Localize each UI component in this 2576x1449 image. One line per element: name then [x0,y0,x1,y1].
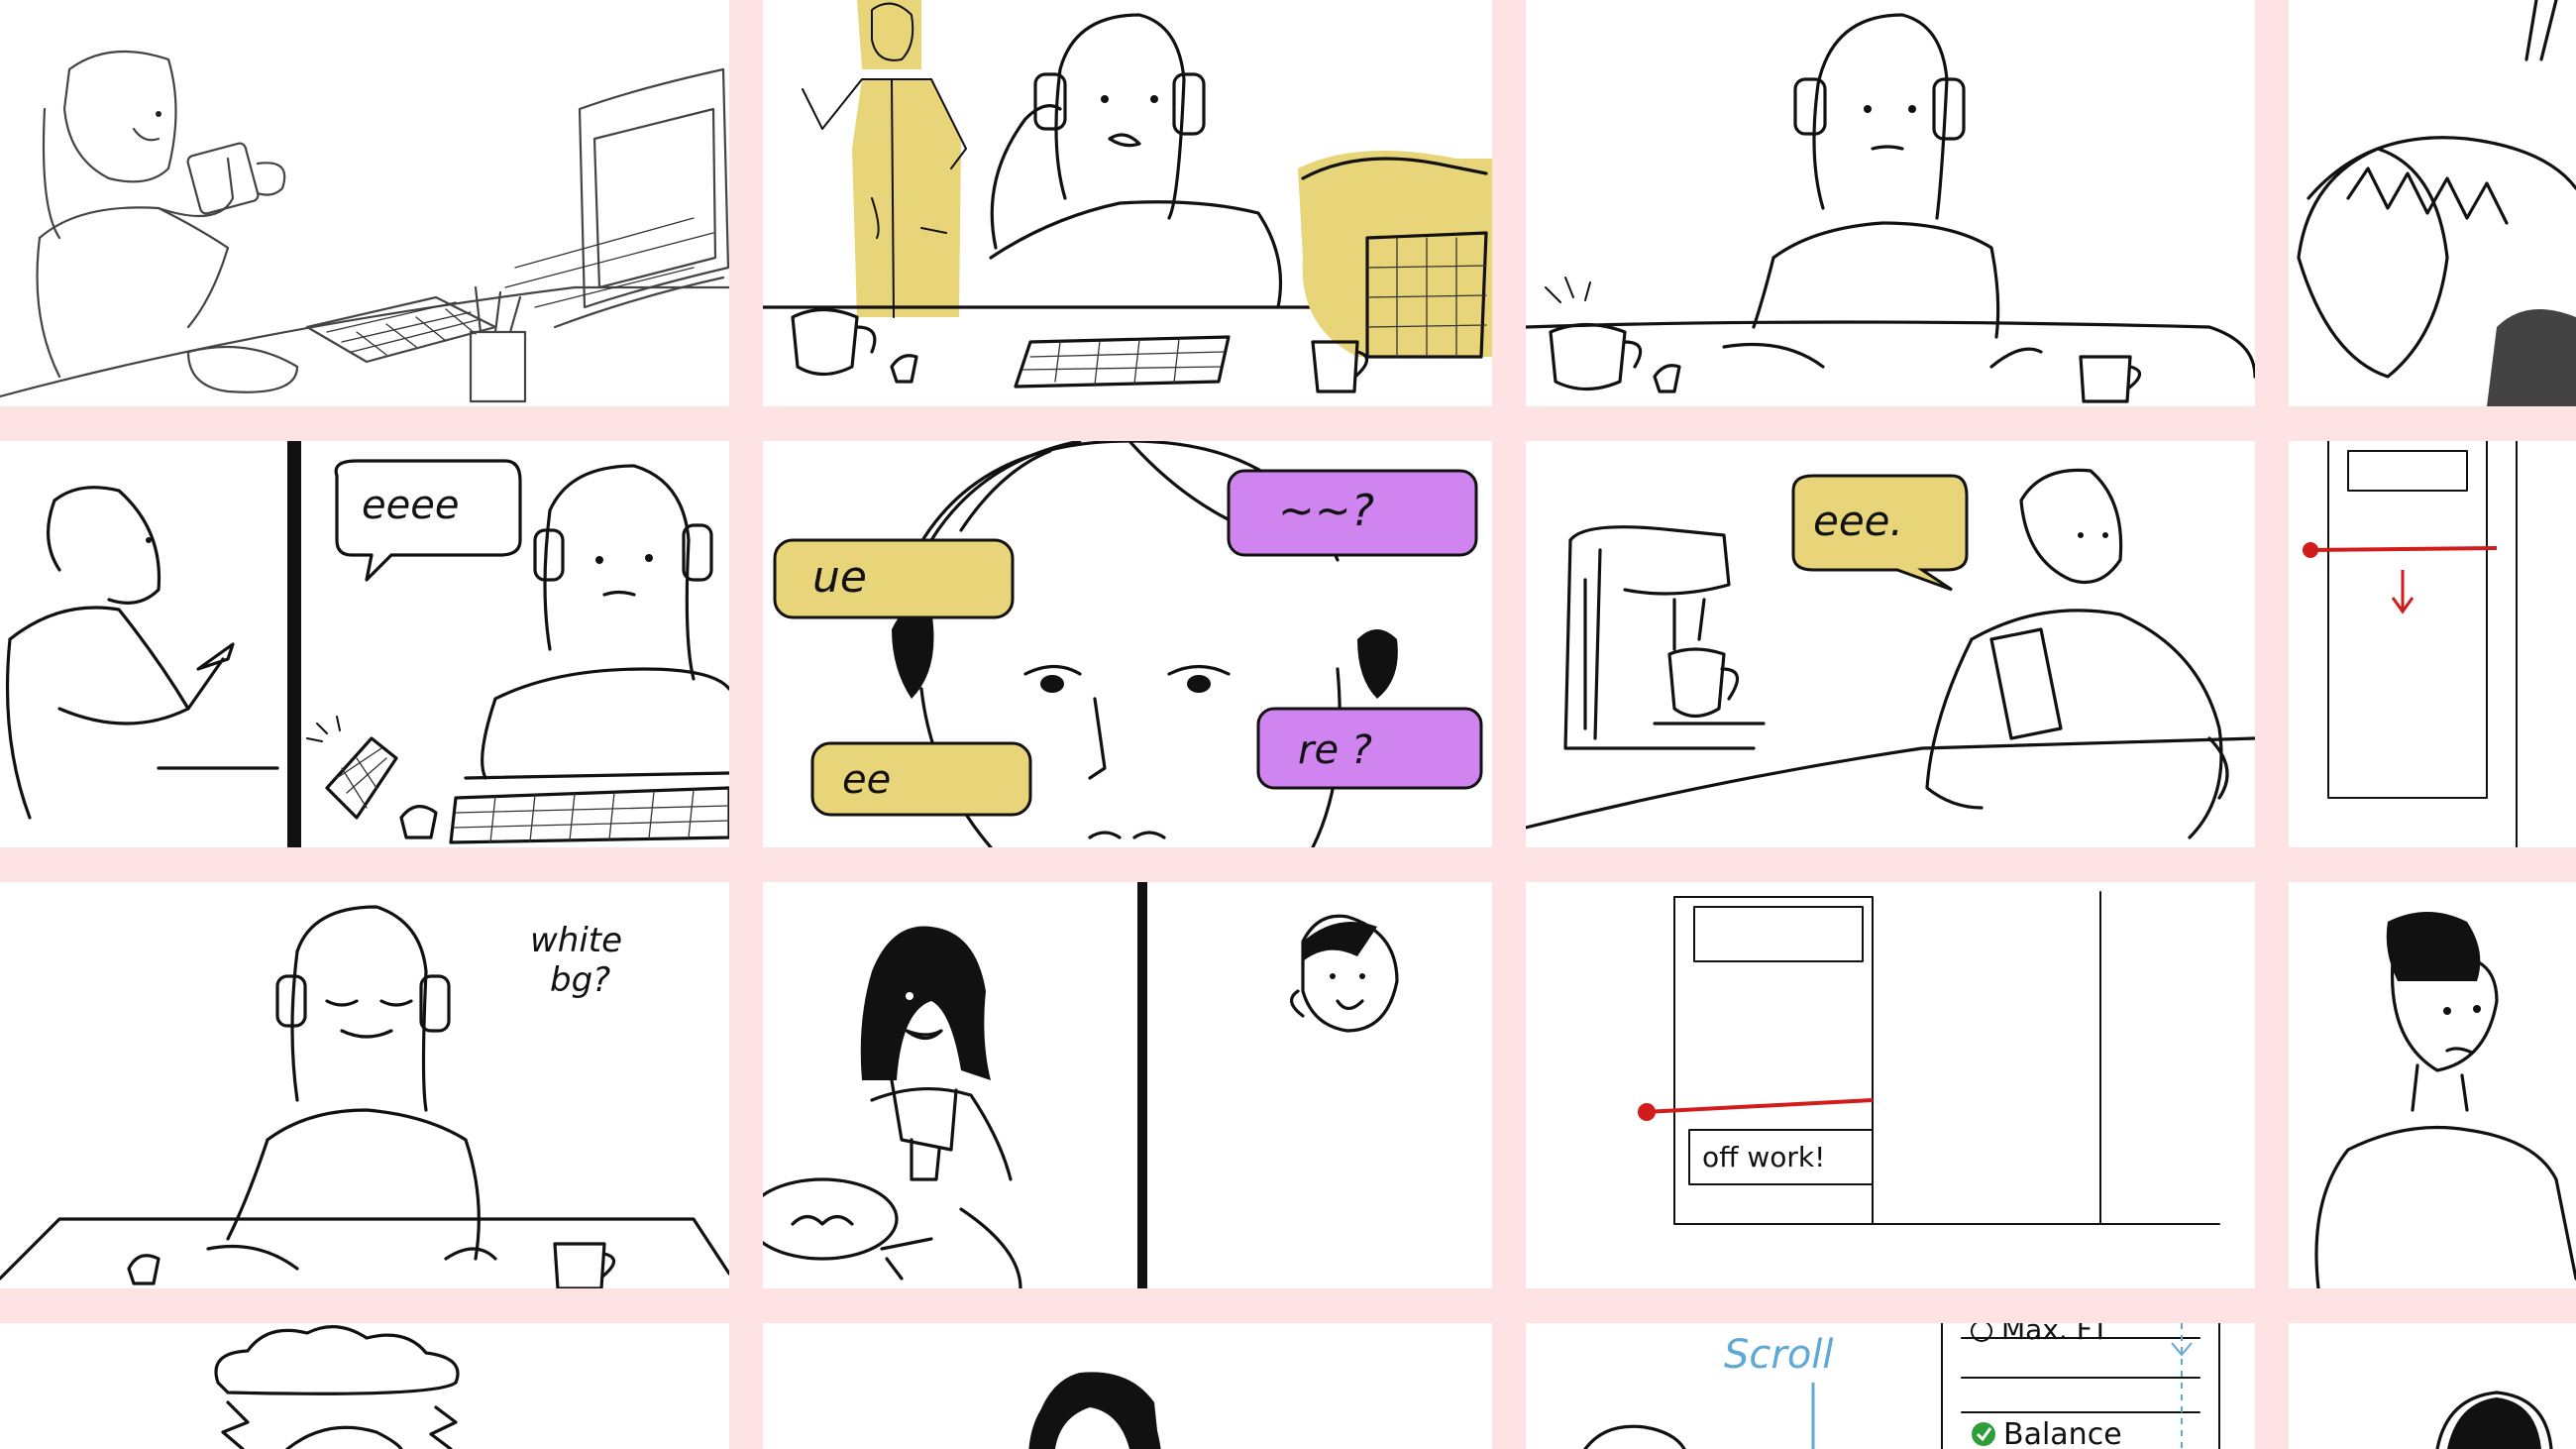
sketch-woman-drinking-coffee [0,50,729,403]
wireframe-label-max: Max. FT [2001,1323,2109,1346]
bubble-text-yellow-top: ue [812,552,867,603]
storyboard-panel-12-man-looking[interactable] [2289,882,2576,1288]
storyboard-panel-9-calm-white-bg[interactable]: white bg? [0,882,729,1288]
bubble-text-purple-top: ~~? [1278,486,1374,536]
storyboard-panel-8-app-wireframe[interactable] [2289,441,2576,847]
sketch-face-with-thought-bubbles: ue ee ~~? re ? [773,441,1483,847]
wireframe-label-balance: Balance [2003,1417,2122,1449]
storyboard-panel-1-coffee-at-desk[interactable] [0,0,729,406]
sketch-man-looking [2314,912,2576,1288]
storyboard-panel-6-face-bubbles[interactable]: ue ee ~~? re ? [763,441,1492,847]
sketch-head-partial [2435,1391,2553,1449]
sketch-storm-cloud [214,1324,460,1449]
annotation-off-work: off work! [1702,1141,1825,1173]
sketch-coffee-machine-man: eee. [1526,468,2255,839]
sketch-headphones-closeup [2297,0,2576,406]
bubble-text-yellow-bottom: ee [842,757,891,803]
storyboard-panel-11-off-work-wireframe[interactable]: off work! [1526,882,2255,1288]
speech-bubble-text-left: eeee [362,483,459,528]
sketch-split-scene: eeee [5,441,729,847]
storyboard-panel-16-head-partial[interactable] [2289,1323,2576,1449]
annotation-bg: bg? [550,960,610,1000]
speech-bubble-text-right: eee. [1813,497,1903,545]
storyboard-panel-13-storm-cloud[interactable] [0,1323,729,1449]
storyboard-panel-14-head-top[interactable] [763,1323,1492,1449]
storyboard-panel-7-coffee-machine[interactable]: eee. [1526,441,2255,847]
storyboard-panel-5-split-phone-typing[interactable]: eeee [0,441,729,847]
annotation-white: white [530,921,622,960]
storyboard-panel-3-woman-headphones-desk[interactable] [1526,0,2255,406]
sketch-scroll-balance-wireframe: Scroll Max. FT Balance [1583,1323,2220,1449]
sketch-woman-eyes-closed: white bg? [0,905,729,1288]
storyboard-panel-2-scientist-and-headphones[interactable] [763,0,1492,406]
sketch-wireframe-off-work: off work! [1638,891,2220,1225]
storyboard-panel-10-eating-split[interactable] [763,882,1492,1288]
sketch-head-top [1028,1372,1161,1449]
sketch-eating-and-face [763,882,1399,1288]
sketch-app-wireframe-red-line [2303,441,2518,847]
storyboard-panel-4-headphones-closeup[interactable] [2289,0,2576,406]
storyboard-panel-15-scroll-wireframe[interactable]: Scroll Max. FT Balance [1526,1323,2255,1449]
sketch-woman-headphones [1526,13,2255,403]
bubble-text-purple-bottom: re ? [1298,727,1372,773]
sketch-scientist-and-woman [763,0,1492,393]
annotation-scroll: Scroll [1724,1332,1834,1378]
